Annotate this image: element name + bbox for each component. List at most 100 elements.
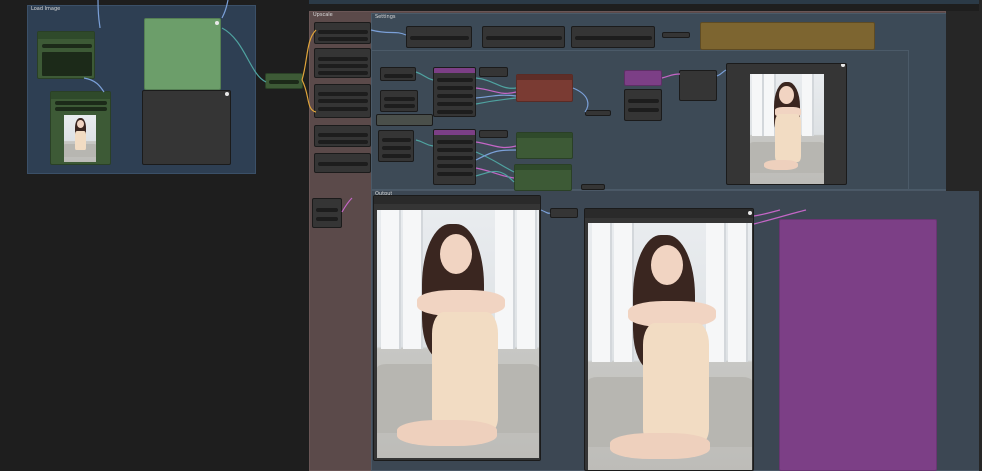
widget[interactable]	[382, 154, 411, 158]
widget[interactable]	[437, 78, 473, 82]
mid-node-g2[interactable]	[378, 130, 414, 162]
widget[interactable]	[384, 74, 413, 78]
widget[interactable]	[316, 217, 338, 221]
widget[interactable]	[42, 44, 92, 48]
mid-node-a2[interactable]	[380, 90, 418, 112]
top-node-1[interactable]	[406, 26, 472, 48]
widget[interactable]	[318, 57, 368, 61]
widget[interactable]	[42, 52, 92, 76]
widget[interactable]	[318, 37, 368, 41]
green-node-2[interactable]	[516, 132, 573, 159]
widget[interactable]	[318, 92, 368, 96]
mid-node-c[interactable]	[479, 67, 508, 77]
group-title: Load Image	[31, 6, 61, 12]
widget[interactable]	[437, 110, 473, 114]
group-title: Settings	[375, 14, 396, 20]
collapse-dot-icon[interactable]	[225, 92, 229, 96]
widget[interactable]	[628, 99, 659, 103]
widget[interactable]	[318, 30, 368, 34]
widget[interactable]	[382, 146, 411, 150]
group-title: Upscale	[313, 12, 333, 18]
window-blind	[706, 223, 726, 363]
widget[interactable]	[437, 156, 473, 160]
settings-node-5[interactable]	[314, 153, 371, 173]
red-node[interactable]	[516, 74, 573, 102]
top-strip	[309, 0, 982, 4]
collapse-dot-icon[interactable]	[748, 211, 752, 215]
compare-left-node[interactable]	[373, 195, 541, 461]
mid-node-b[interactable]	[433, 67, 476, 117]
face-shape	[440, 234, 472, 274]
node-header[interactable]	[434, 68, 475, 73]
widget[interactable]	[437, 164, 473, 168]
top-node-small[interactable]	[662, 32, 690, 38]
preview-image-node[interactable]	[726, 63, 847, 185]
widget[interactable]	[384, 97, 415, 101]
widget[interactable]	[437, 102, 473, 106]
mid-node-h[interactable]	[433, 129, 476, 185]
compare-right-node[interactable]	[584, 208, 754, 471]
node-header[interactable]	[517, 133, 572, 138]
mid-node-i[interactable]	[479, 130, 508, 138]
window-blind	[802, 74, 814, 136]
purple-node-small[interactable]	[624, 70, 662, 86]
widget[interactable]	[410, 36, 469, 40]
node-header[interactable]	[51, 92, 110, 99]
widget[interactable]	[318, 64, 368, 68]
dark-preview-node[interactable]	[142, 90, 231, 165]
widget[interactable]	[437, 148, 473, 152]
mini-node-output[interactable]	[550, 208, 578, 218]
mid-node-a1[interactable]	[380, 67, 416, 81]
widget[interactable]	[437, 94, 473, 98]
widget[interactable]	[318, 133, 368, 137]
widget[interactable]	[437, 140, 473, 144]
green-node-3[interactable]	[514, 164, 572, 191]
widget[interactable]	[437, 86, 473, 90]
mid-node-g1[interactable]	[376, 114, 433, 126]
mid-node-e[interactable]	[624, 89, 662, 121]
amber-node[interactable]	[700, 22, 875, 50]
settings-node-1[interactable]	[314, 22, 371, 44]
widget[interactable]	[316, 208, 338, 212]
small-green-connector-node[interactable]	[265, 73, 303, 89]
widget[interactable]	[628, 108, 659, 112]
widget[interactable]	[437, 172, 473, 176]
node-header[interactable]	[374, 196, 540, 204]
widget[interactable]	[55, 101, 107, 105]
node-header[interactable]	[585, 209, 753, 218]
node-header[interactable]	[517, 75, 572, 80]
widget[interactable]	[269, 80, 299, 84]
node-header[interactable]	[515, 165, 571, 170]
node-header[interactable]	[434, 130, 475, 135]
widget[interactable]	[318, 107, 368, 111]
window-blind	[728, 223, 748, 363]
widget[interactable]	[318, 99, 368, 103]
purple-compare-panel[interactable]	[779, 219, 937, 471]
settings-node-2[interactable]	[314, 48, 371, 78]
widget[interactable]	[575, 36, 652, 40]
widget[interactable]	[486, 36, 562, 40]
leg-shape	[610, 433, 710, 459]
mid-node-f[interactable]	[679, 70, 717, 101]
widget[interactable]	[318, 71, 368, 75]
collapse-dot-icon[interactable]	[841, 64, 845, 67]
settings-node-6[interactable]	[312, 198, 342, 228]
node-header[interactable]	[38, 32, 94, 39]
light-green-node[interactable]	[144, 18, 221, 90]
widget[interactable]	[382, 138, 411, 142]
mid-node-j[interactable]	[581, 184, 605, 190]
widget[interactable]	[318, 162, 368, 166]
widget[interactable]	[55, 107, 107, 111]
settings-node-3[interactable]	[314, 84, 371, 118]
mid-node-d[interactable]	[585, 110, 611, 116]
widget[interactable]	[384, 104, 415, 108]
top-node-2[interactable]	[482, 26, 565, 48]
top-node-3[interactable]	[571, 26, 655, 48]
leg-shape	[397, 420, 497, 446]
widget[interactable]	[318, 140, 368, 144]
settings-node-4[interactable]	[314, 125, 371, 147]
green-node-loader[interactable]	[37, 31, 95, 79]
window-blind	[592, 223, 612, 363]
collapse-dot-icon[interactable]	[215, 21, 219, 25]
input-image-node[interactable]	[50, 91, 111, 165]
